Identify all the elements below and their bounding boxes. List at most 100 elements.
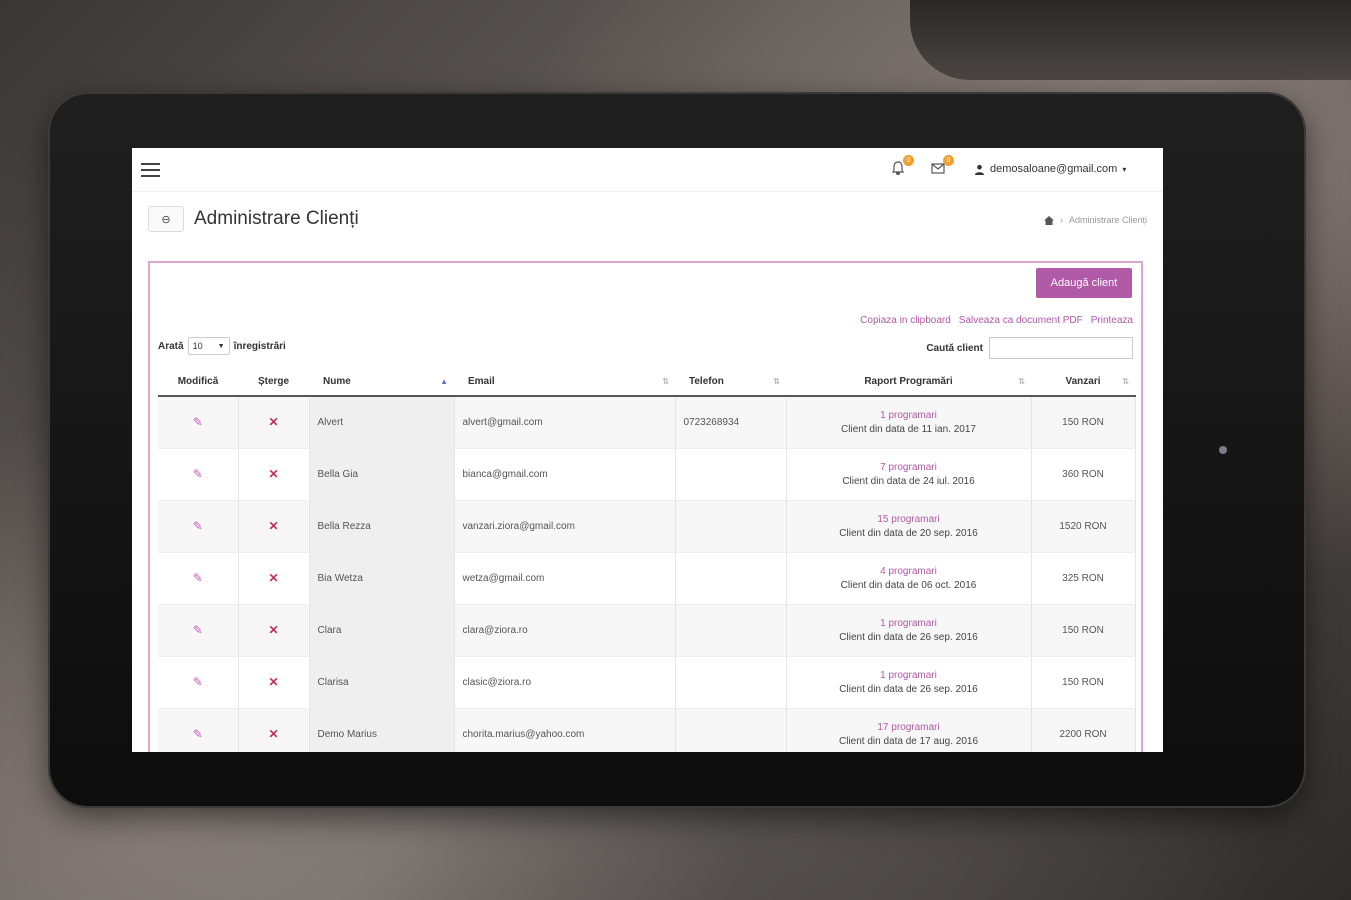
table-row: ✎ ✕ Demo Marius chorita.marius@yahoo.com…: [158, 708, 1136, 752]
cell-report: 17 programari Client din data de 17 aug. …: [786, 708, 1032, 752]
cell-sales: 150 RON: [1031, 396, 1136, 449]
client-since: Client din data de 11 ian. 2017: [841, 423, 976, 435]
delete-icon[interactable]: ✕: [268, 519, 278, 533]
app-screen: 0 0 demosaloane@gmail.com ▾ ⊖ Administra…: [132, 148, 1163, 752]
breadcrumb-separator: ›: [1059, 215, 1063, 225]
search-label: Caută client: [926, 342, 983, 354]
cell-phone: 0723268934: [675, 396, 787, 449]
cell-phone: [675, 604, 787, 657]
delete-icon[interactable]: ✕: [268, 623, 278, 637]
edit-icon[interactable]: ✎: [193, 519, 203, 533]
cell-email: clasic@ziora.ro: [454, 656, 676, 709]
save-pdf-link[interactable]: Salveaza ca document PDF: [959, 315, 1083, 326]
cell-phone: [675, 552, 787, 605]
breadcrumb: › Administrare Clienți: [1043, 215, 1147, 225]
show-suffix: înregistrări: [233, 340, 286, 352]
cell-name: Demo Marius: [309, 708, 455, 752]
breadcrumb-current: Administrare Clienți: [1068, 215, 1147, 225]
cell-email: chorita.marius@yahoo.com: [454, 708, 676, 752]
cell-name: Bella Gia: [309, 448, 455, 501]
delete-icon[interactable]: ✕: [268, 571, 278, 585]
delete-icon[interactable]: ✕: [268, 675, 278, 689]
cell-report: 15 programari Client din data de 20 sep. …: [786, 500, 1032, 553]
notifications-bell-icon[interactable]: 0: [890, 155, 914, 180]
client-since: Client din data de 24 iul. 2016: [842, 475, 975, 487]
cell-name: Bia Wetza: [309, 552, 455, 605]
edit-icon[interactable]: ✎: [193, 467, 203, 481]
cell-report: 1 programari Client din data de 26 sep. 2…: [786, 604, 1032, 657]
appointments-link[interactable]: 4 programari: [787, 566, 1031, 577]
edit-icon[interactable]: ✎: [193, 675, 203, 689]
appointments-link[interactable]: 15 programari: [787, 514, 1031, 525]
clients-table: Modifică Șterge Nume ▲ Email ⇅ Telefon ⇅ Ra…: [158, 368, 1136, 752]
cell-email: bianca@gmail.com: [454, 448, 676, 501]
background-cap: [910, 0, 1351, 80]
edit-icon[interactable]: ✎: [193, 727, 203, 741]
appointments-link[interactable]: 1 programari: [787, 410, 1031, 421]
appointments-link[interactable]: 1 programari: [787, 618, 1031, 629]
delete-icon[interactable]: ✕: [268, 467, 278, 481]
cell-email: alvert@gmail.com: [454, 396, 676, 449]
cell-email: vanzari.ziora@gmail.com: [454, 500, 676, 553]
user-icon: [974, 164, 985, 175]
chevron-down-icon: ▼: [217, 342, 225, 350]
cell-report: 4 programari Client din data de 06 oct. 2…: [786, 552, 1032, 605]
add-client-button[interactable]: Adaugă client: [1036, 268, 1132, 298]
messages-mail-icon[interactable]: 0: [930, 155, 954, 180]
delete-icon[interactable]: ✕: [268, 727, 278, 741]
export-links: Copiaza in clipboard Salveaza ca documen…: [860, 315, 1133, 326]
delete-icon[interactable]: ✕: [268, 415, 278, 429]
client-since: Client din data de 26 sep. 2016: [839, 683, 978, 695]
cell-name: Clara: [309, 604, 455, 657]
table-row: ✎ ✕ Clara clara@ziora.ro 1 programari Cli…: [158, 604, 1136, 657]
col-header-report[interactable]: Raport Programări ⇅: [786, 368, 1031, 397]
edit-icon[interactable]: ✎: [193, 571, 203, 585]
col-header-delete: Șterge: [238, 368, 309, 397]
page-title: Administrare Clienți: [194, 208, 359, 229]
col-header-phone[interactable]: Telefon ⇅: [675, 368, 786, 397]
col-header-email[interactable]: Email ⇅: [454, 368, 675, 397]
cell-sales: 360 RON: [1031, 448, 1136, 501]
chevron-down-icon: ▾: [1122, 164, 1127, 174]
appointments-link[interactable]: 1 programari: [787, 670, 1031, 681]
clients-panel: Adaugă client Copiaza in clipboard Salve…: [148, 261, 1143, 752]
cell-phone: [675, 448, 787, 501]
sort-icon: ⇅: [662, 377, 669, 386]
table-row: ✎ ✕ Clarisa clasic@ziora.ro 1 programari…: [158, 656, 1136, 709]
cell-sales: 325 RON: [1031, 552, 1136, 605]
cell-email: wetza@gmail.com: [454, 552, 676, 605]
edit-icon[interactable]: ✎: [193, 415, 203, 429]
cell-name: Alvert: [309, 396, 455, 449]
user-menu[interactable]: demosaloane@gmail.com ▾: [974, 163, 1126, 175]
top-bar: 0 0 demosaloane@gmail.com ▾: [132, 148, 1163, 192]
cell-phone: [675, 656, 787, 709]
appointments-link[interactable]: 17 programari: [787, 722, 1031, 733]
edit-icon[interactable]: ✎: [193, 623, 203, 637]
mail-badge: 0: [943, 155, 954, 166]
back-button[interactable]: ⊖: [148, 206, 184, 232]
search-input[interactable]: [989, 337, 1133, 359]
col-header-sales[interactable]: Vanzari ⇅: [1031, 368, 1135, 397]
home-icon[interactable]: [1043, 215, 1054, 225]
table-row: ✎ ✕ Bia Wetza wetza@gmail.com 4 programa…: [158, 552, 1136, 605]
cell-name: Bella Rezza: [309, 500, 455, 553]
table-row: ✎ ✕ Bella Gia bianca@gmail.com 7 program…: [158, 448, 1136, 501]
cell-phone: [675, 708, 787, 752]
cell-report: 7 programari Client din data de 24 iul. 2…: [786, 448, 1032, 501]
sort-icon: ⇅: [773, 377, 780, 386]
page-length-select[interactable]: 10 ▼: [187, 337, 230, 355]
search-control: Caută client: [926, 337, 1133, 359]
cell-phone: [675, 500, 787, 553]
menu-icon[interactable]: [141, 163, 160, 177]
cell-email: clara@ziora.ro: [454, 604, 676, 657]
appointments-link[interactable]: 7 programari: [787, 462, 1031, 473]
table-row: ✎ ✕ Alvert alvert@gmail.com 0723268934 1…: [158, 396, 1136, 449]
sort-icon: ⇅: [1018, 377, 1025, 386]
cell-name: Clarisa: [309, 656, 455, 709]
copy-clipboard-link[interactable]: Copiaza in clipboard: [860, 315, 951, 326]
user-email: demosaloane@gmail.com: [990, 163, 1118, 175]
cell-sales: 1520 RON: [1031, 500, 1136, 553]
col-header-name[interactable]: Nume ▲: [309, 368, 454, 397]
cell-report: 1 programari Client din data de 26 sep. 2…: [786, 656, 1032, 709]
print-link[interactable]: Printeaza: [1091, 315, 1133, 326]
